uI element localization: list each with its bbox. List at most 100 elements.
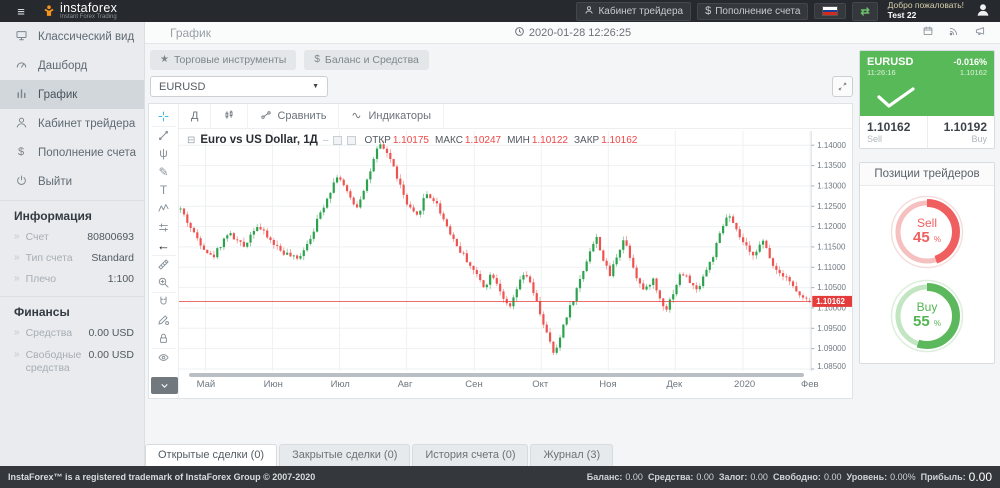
deposit-label: Пополнение счета <box>715 6 800 17</box>
eye-tool[interactable] <box>152 348 176 367</box>
compare-icon <box>260 109 272 124</box>
traders-positions-panel: Позиции трейдеров Sell 45 % <box>859 162 995 364</box>
footer-stat: Свободно:0.00 <box>773 472 842 482</box>
info-section: Информация »Счет80800693»Тип счетаStanda… <box>0 200 144 292</box>
sidebar-item-label: Выйти <box>38 176 72 188</box>
timeframe-button[interactable]: Д <box>179 104 211 128</box>
right-panel: EURUSD -0.016% 11:26:16 1.10162 <box>859 50 995 443</box>
megaphone-icon[interactable] <box>974 25 986 40</box>
quote-header[interactable]: EURUSD -0.016% 11:26:16 1.10162 <box>860 51 994 116</box>
svg-text:1.11500: 1.11500 <box>817 242 846 251</box>
zoom-in-tool[interactable] <box>152 274 176 293</box>
sidebar-item-2[interactable]: График <box>0 80 144 109</box>
draw-lock-tool[interactable] <box>152 311 176 330</box>
trendline-tool[interactable] <box>152 126 176 145</box>
fullscreen-button[interactable] <box>832 76 853 97</box>
chart-style-button[interactable] <box>211 104 248 128</box>
tab-2[interactable]: История счета (0) <box>412 444 528 466</box>
calendar-icon[interactable] <box>922 25 934 40</box>
trader-cabinet-button[interactable]: Кабинет трейдера <box>576 2 691 21</box>
brush-tool[interactable]: ✎ <box>152 163 176 182</box>
check-icon <box>873 85 987 114</box>
footer-stat: Залог:0.00 <box>719 472 768 482</box>
x-axis-label: Окт <box>532 379 548 390</box>
flag-ru-icon <box>822 6 838 16</box>
x-axis-label: Июн <box>264 379 283 390</box>
classic-view-icon <box>14 29 28 45</box>
logo-text: instaforex <box>60 2 117 15</box>
rss-icon[interactable] <box>948 25 960 40</box>
candlestick-chart[interactable]: 1.140001.135001.130001.125001.120001.115… <box>179 131 852 371</box>
sidebar-item-0[interactable]: Классический вид <box>0 22 144 51</box>
ruler-tool[interactable] <box>152 255 176 274</box>
top-bar: ≡ instaforex Instant Forex Trading Кабин… <box>0 0 1000 22</box>
drawing-toolbar: ψ✎T ← <box>149 104 179 398</box>
position-tool[interactable] <box>152 218 176 237</box>
quote-symbol: EURUSD <box>867 56 913 68</box>
logo[interactable]: instaforex Instant Forex Trading <box>42 2 117 21</box>
server-datetime: 2020-01-28 12:26:25 <box>145 26 1000 40</box>
chart-region: ⊟ Euro vs US Dollar, 1Д – ОТКР1.10175МАК… <box>179 129 852 398</box>
lock-tool[interactable] <box>152 329 176 348</box>
chart-scrollbar[interactable] <box>189 373 804 377</box>
footer-stat: Средства:0.00 <box>648 472 714 482</box>
info-row-value: 80800693 <box>87 231 134 243</box>
datetime-text: 2020-01-28 12:26:25 <box>529 27 631 39</box>
dollar-icon: $ <box>14 147 28 158</box>
sidebar-info-row: »Плечо1:100 <box>14 269 134 290</box>
sidebar-info-row: »Средства0.00 USD <box>14 323 134 344</box>
buy-cell[interactable]: 1.10192 Buy <box>927 116 995 148</box>
symbol-select-value: EURUSD <box>159 81 205 93</box>
arrow-left-tool[interactable]: ← <box>152 237 176 256</box>
language-button[interactable] <box>814 3 846 19</box>
symbol-select[interactable]: EURUSD ▼ <box>150 76 328 97</box>
exchange-button[interactable]: ⇄ <box>852 2 877 21</box>
sell-cell[interactable]: 1.10162 Sell <box>860 116 927 148</box>
svg-text:1.10162: 1.10162 <box>816 297 845 306</box>
info-row-label: Средства <box>26 327 89 340</box>
crosshair-tool[interactable] <box>152 107 176 126</box>
indicators-button[interactable]: Индикаторы <box>339 104 444 128</box>
sidebar-info-row: »Свободные средства0.00 USD <box>14 345 134 379</box>
quote-price: 1.10162 <box>960 68 987 77</box>
compare-button[interactable]: Сравнить <box>248 104 339 128</box>
person-icon <box>14 116 28 132</box>
sidebar-item-1[interactable]: Дашборд <box>0 51 144 80</box>
chart-scrollbar-track <box>179 371 852 379</box>
legend-settings-icon[interactable] <box>347 136 356 145</box>
sidebar-item-4[interactable]: $Пополнение счета <box>0 138 144 167</box>
chevron-right-icon: » <box>14 349 20 360</box>
text-tool-tool[interactable]: T <box>152 181 176 200</box>
tab-1[interactable]: Закрытые сделки (0) <box>279 444 410 466</box>
chart-title[interactable]: Euro vs US Dollar, 1Д <box>200 134 317 146</box>
chart-card: ψ✎T ← Д Сравнить <box>148 103 853 399</box>
avatar[interactable] <box>976 3 990 20</box>
sidebar: Классический вид ДашбордГрафикКабинет тре… <box>0 22 145 466</box>
sidebar-item-5[interactable]: Выйти <box>0 167 144 196</box>
tab-0[interactable]: Открытые сделки (0) <box>145 444 277 466</box>
magnet-tool[interactable] <box>152 292 176 311</box>
sidebar-item-label: Классический вид <box>38 31 134 43</box>
menu-icon[interactable]: ≡ <box>0 0 42 22</box>
info-row-value: Standard <box>91 252 134 264</box>
x-axis-label: Май <box>197 379 216 390</box>
collapse-legend-icon[interactable]: ⊟ <box>187 135 195 146</box>
legend-style-icon[interactable] <box>333 136 342 145</box>
ohlc-item: ОТКР1.10175 <box>364 135 435 146</box>
deposit-button[interactable]: $ Пополнение счета <box>697 3 808 20</box>
pattern-tool[interactable] <box>152 200 176 219</box>
svg-text:1.13000: 1.13000 <box>817 181 846 190</box>
tab-3[interactable]: Журнал (3) <box>530 444 613 466</box>
pitchfork-tool[interactable]: ψ <box>152 144 176 163</box>
trading-instruments-button[interactable]: ★ Торговые инструменты <box>150 50 296 70</box>
sell-price: 1.10162 <box>867 120 920 134</box>
sidebar-nav: Классический вид ДашбордГрафикКабинет тре… <box>0 22 144 196</box>
trader-cabinet-label: Кабинет трейдера <box>598 6 683 17</box>
person-icon <box>584 5 594 18</box>
balance-funds-button[interactable]: $ Баланс и Средства <box>304 50 429 70</box>
sidebar-item-3[interactable]: Кабинет трейдера <box>0 109 144 138</box>
instaforex-logo-icon <box>42 4 56 18</box>
toolbar-collapse-button[interactable] <box>151 377 178 394</box>
buy-label: Buy <box>935 134 988 144</box>
x-axis-label: Июл <box>331 379 350 390</box>
